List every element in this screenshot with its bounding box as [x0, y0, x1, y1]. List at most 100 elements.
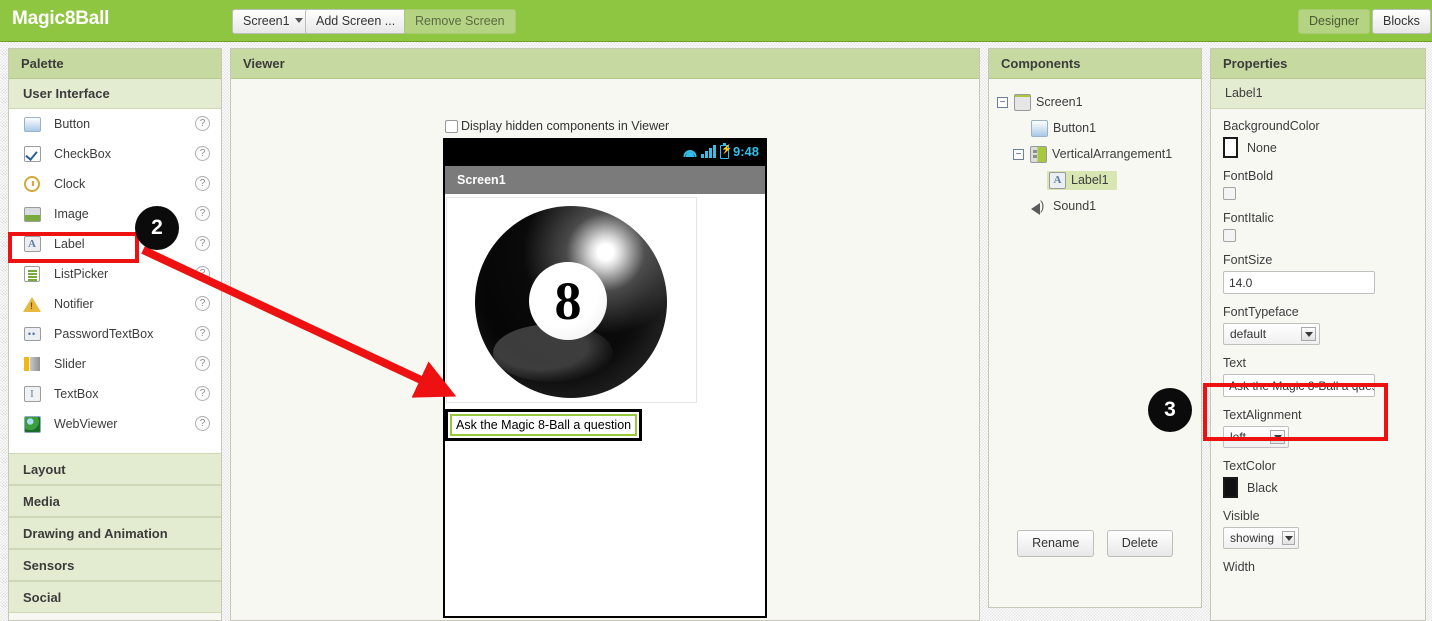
palette-item-webviewer[interactable]: WebViewer ?	[9, 409, 221, 439]
label-icon: A	[1049, 172, 1066, 189]
color-swatch[interactable]	[1223, 477, 1238, 498]
annotation-badge-3: 3	[1148, 388, 1192, 432]
help-icon[interactable]: ?	[195, 146, 210, 161]
color-swatch[interactable]	[1223, 137, 1238, 158]
palette-item-list: Button ? CheckBox ? Clock ? Image ? A La…	[9, 109, 221, 453]
wifi-icon	[682, 145, 697, 158]
component-tree: − Screen1 Button1 − VerticalArrangement1…	[989, 79, 1201, 569]
text-color-row[interactable]: Black	[1223, 477, 1425, 498]
font-bold-checkbox[interactable]	[1223, 187, 1236, 200]
help-icon[interactable]: ?	[195, 296, 210, 311]
chevron-down-icon[interactable]	[1282, 531, 1295, 545]
background-color-row[interactable]: None	[1223, 137, 1425, 158]
eight-ball-number: 8	[529, 262, 607, 340]
tree-item-label: Sound1	[1053, 199, 1096, 213]
font-italic-checkbox[interactable]	[1223, 229, 1236, 242]
viewer-body: Display hidden components in Viewer 9:48…	[231, 79, 979, 620]
font-typeface-select[interactable]: default	[1223, 323, 1320, 345]
help-icon[interactable]: ?	[195, 326, 210, 341]
palette-section-drawing-and-animation[interactable]: Drawing and Animation	[9, 517, 221, 549]
display-hidden-components-checkbox[interactable]	[445, 120, 458, 133]
help-icon[interactable]: ?	[195, 176, 210, 191]
visible-value: showing	[1230, 531, 1282, 545]
tree-item-sound1[interactable]: Sound1	[989, 193, 1201, 219]
display-hidden-components-row[interactable]: Display hidden components in Viewer	[445, 119, 669, 133]
palette-title: Palette	[9, 49, 221, 79]
help-icon[interactable]: ?	[195, 266, 210, 281]
palette-section-layout[interactable]: Layout	[9, 453, 221, 485]
chevron-down-icon[interactable]	[1270, 430, 1285, 444]
properties-component-name: Label1	[1211, 79, 1425, 109]
palette-item-passwordtextbox[interactable]: •• PasswordTextBox ?	[9, 319, 221, 349]
tree-item-button1[interactable]: Button1	[989, 115, 1201, 141]
image-icon	[23, 205, 41, 223]
clock-icon	[23, 175, 41, 193]
background-color-value: None	[1247, 141, 1277, 155]
designer-tab-button[interactable]: Designer	[1298, 9, 1370, 34]
phone-screen-title: Screen1	[445, 166, 765, 194]
collapse-icon[interactable]: −	[997, 97, 1008, 108]
remove-screen-button[interactable]: Remove Screen	[404, 9, 516, 34]
chevron-down-icon	[295, 18, 303, 23]
palette-section-user-interface[interactable]: User Interface	[9, 79, 221, 109]
label-icon: A	[23, 235, 41, 253]
tree-item-label: Screen1	[1036, 95, 1083, 109]
palette-item-slider[interactable]: Slider ?	[9, 349, 221, 379]
font-italic-row[interactable]	[1223, 229, 1425, 242]
rename-button[interactable]: Rename	[1017, 530, 1094, 557]
help-icon[interactable]: ?	[195, 386, 210, 401]
collapse-icon[interactable]: −	[1013, 149, 1024, 160]
display-hidden-components-label: Display hidden components in Viewer	[461, 119, 669, 133]
viewer-label1[interactable]: Ask the Magic 8-Ball a question	[450, 414, 637, 436]
help-icon[interactable]: ?	[195, 206, 210, 221]
annotation-badge-2: 2	[135, 206, 179, 250]
blocks-tab-button[interactable]: Blocks	[1372, 9, 1431, 34]
palette-section-sensors[interactable]: Sensors	[9, 549, 221, 581]
palette-item-button[interactable]: Button ?	[9, 109, 221, 139]
font-bold-row[interactable]	[1223, 187, 1425, 200]
vertical-arrangement-icon	[1030, 146, 1047, 163]
palette-item-notifier[interactable]: Notifier ?	[9, 289, 221, 319]
palette-item-image[interactable]: Image ?	[9, 199, 221, 229]
components-title: Components	[989, 49, 1201, 79]
font-typeface-value: default	[1230, 327, 1301, 341]
palette-item-listpicker[interactable]: ListPicker ?	[9, 259, 221, 289]
palette-list-padding	[9, 439, 221, 453]
visible-label: Visible	[1223, 509, 1425, 523]
font-size-label: FontSize	[1223, 253, 1425, 267]
tree-item-screen1[interactable]: − Screen1	[989, 89, 1201, 115]
chevron-down-icon[interactable]	[1301, 327, 1316, 341]
magic-8-ball-image[interactable]: 8	[446, 197, 697, 403]
sound-icon	[1031, 199, 1048, 214]
palette-item-label[interactable]: A Label ?	[9, 229, 221, 259]
passwordtextbox-icon: ••	[23, 325, 41, 343]
text-alignment-select[interactable]: left	[1223, 426, 1289, 448]
help-icon[interactable]: ?	[195, 356, 210, 371]
slider-icon	[23, 355, 41, 373]
screen-selector-dropdown[interactable]: Screen1	[232, 9, 314, 34]
signal-bars-icon	[701, 145, 716, 158]
palette-section-social[interactable]: Social	[9, 581, 221, 613]
palette-item-textbox[interactable]: I TextBox ?	[9, 379, 221, 409]
palette-item-clock[interactable]: Clock ?	[9, 169, 221, 199]
phone-canvas: 8 Ask the Magic 8-Ball a question	[445, 194, 765, 616]
delete-button[interactable]: Delete	[1107, 530, 1173, 557]
help-icon[interactable]: ?	[195, 116, 210, 131]
font-size-input[interactable]: 14.0	[1223, 271, 1375, 294]
add-screen-button[interactable]: Add Screen ...	[305, 9, 406, 34]
palette-section-media[interactable]: Media	[9, 485, 221, 517]
text-input[interactable]: Ask the Magic 8-Ball a ques	[1223, 374, 1375, 397]
visible-select[interactable]: showing	[1223, 527, 1299, 549]
battery-icon	[720, 145, 729, 159]
help-icon[interactable]: ?	[195, 236, 210, 251]
checkbox-icon	[23, 145, 41, 163]
palette-item-checkbox[interactable]: CheckBox ?	[9, 139, 221, 169]
phone-preview: 9:48 Screen1 8 Ask the Magic 8-Ball a qu…	[443, 138, 767, 618]
text-label: Text	[1223, 356, 1425, 370]
text-color-label: TextColor	[1223, 459, 1425, 473]
tree-item-label1[interactable]: A Label1	[989, 167, 1201, 193]
phone-status-bar: 9:48	[445, 140, 765, 166]
help-icon[interactable]: ?	[195, 416, 210, 431]
tree-item-verticalarrangement1[interactable]: − VerticalArrangement1	[989, 141, 1201, 167]
button-icon	[23, 115, 41, 133]
